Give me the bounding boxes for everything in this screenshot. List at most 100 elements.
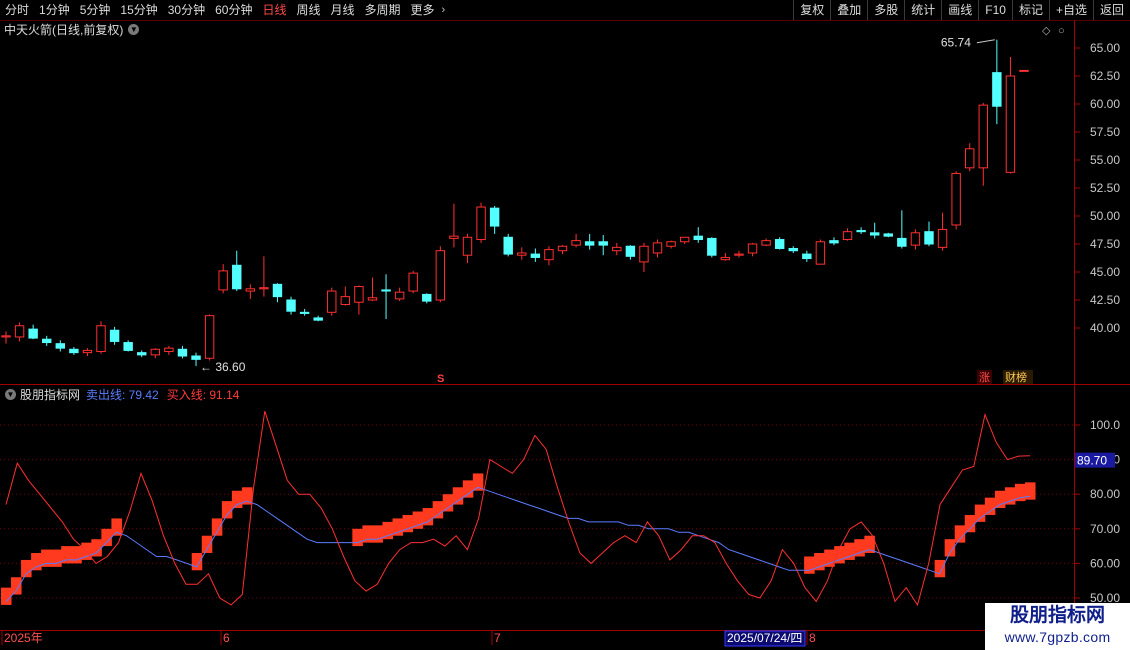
candle-body-down <box>286 299 296 312</box>
tab-period-1[interactable]: 1分钟 <box>34 0 75 20</box>
toolbar-button-2[interactable]: 多股 <box>867 0 904 20</box>
tab-period-3[interactable]: 15分钟 <box>115 0 162 20</box>
buy-line <box>5 411 1031 607</box>
indicator-step-bar <box>101 528 112 547</box>
high-pointer-line <box>976 39 995 44</box>
tab-period-5[interactable]: 60分钟 <box>210 0 257 20</box>
toolbar-button-8[interactable]: 返回 <box>1092 0 1130 20</box>
x-axis-label: 6 <box>223 631 230 645</box>
candle-body-up <box>910 232 921 246</box>
toolbar-button-6[interactable]: 标记 <box>1011 0 1049 20</box>
candle-body-up <box>245 288 256 292</box>
candle-body-down <box>137 352 147 356</box>
candle <box>571 233 581 248</box>
candle <box>910 229 921 250</box>
indicator-step-bar <box>51 549 62 567</box>
candle <box>123 340 133 352</box>
price-tick-label: 47.50 <box>1090 237 1120 251</box>
candle <box>598 235 608 256</box>
low-price-label: ← 36.60 <box>200 360 246 374</box>
tab-period-4[interactable]: 30分钟 <box>163 0 210 20</box>
candle <box>367 277 378 302</box>
candle-body-down <box>55 343 66 349</box>
candle-body-down <box>299 311 310 314</box>
candle <box>272 283 283 303</box>
candle <box>55 340 66 352</box>
candle-body-up <box>476 206 486 241</box>
chevron-down-icon[interactable]: ▼ <box>128 24 140 35</box>
toolbar-button-1[interactable]: 叠加 <box>830 0 867 20</box>
tab-period-7[interactable]: 周线 <box>291 0 325 20</box>
candle-body-down <box>489 207 500 227</box>
candle <box>720 252 731 261</box>
circle-icon[interactable]: ○ <box>1058 25 1065 37</box>
toolbar-button-3[interactable]: 统计 <box>904 0 941 20</box>
candle-body-down <box>829 240 839 244</box>
candle <box>327 287 337 316</box>
event-marker[interactable]: S <box>437 373 444 385</box>
candle <box>232 250 242 292</box>
candle-body-down <box>232 264 242 290</box>
toolbar-button-5[interactable]: F10 <box>978 0 1012 20</box>
candle-body-up <box>571 240 581 246</box>
indicator-step-bar <box>814 553 825 571</box>
candle-body-down <box>869 232 880 236</box>
watermark-url: www.7gpzb.com <box>1004 629 1111 645</box>
candle-body-down <box>802 253 812 260</box>
indicator-step-bar <box>221 501 233 519</box>
candle-body-up <box>557 245 568 252</box>
candlestick-series <box>1 39 1029 367</box>
tab-period-6[interactable]: 日线 <box>257 0 291 20</box>
tab-period-2[interactable]: 5分钟 <box>75 0 116 20</box>
candle <box>42 335 52 346</box>
candle-body-up <box>259 287 269 290</box>
candle <box>856 227 866 234</box>
toolbar-button-4[interactable]: 画线 <box>941 0 978 20</box>
tab-period-0[interactable]: 分时 <box>0 0 34 20</box>
candle <box>639 242 649 272</box>
candle <box>679 236 690 244</box>
candle-body-up <box>734 253 744 256</box>
chevron-down-icon[interactable]: ▼ <box>5 388 16 400</box>
indicator-step-bar <box>934 559 946 578</box>
candle-body-down <box>598 241 608 246</box>
candle-body-down <box>381 289 391 292</box>
candle <box>883 232 893 238</box>
candle <box>259 256 269 297</box>
candle <box>313 315 323 322</box>
candle-body-down <box>584 241 595 246</box>
candle-body-up <box>204 315 215 359</box>
candle-body-down <box>28 328 38 339</box>
x-axis-label: 8 <box>809 631 816 645</box>
watermark-logo: 股朋指标网 www.7gpzb.com <box>985 603 1130 650</box>
candle <box>191 352 201 367</box>
indicator-step-bar <box>1004 487 1016 505</box>
candle <box>164 345 174 355</box>
chevron-right-icon[interactable]: › <box>442 4 446 16</box>
indicator-tick-label: 90.00 <box>1090 453 1120 467</box>
tab-period-8[interactable]: 月线 <box>326 0 360 20</box>
candle-body-up <box>1005 75 1016 173</box>
candle-body-up <box>408 272 418 292</box>
rise-badge[interactable]: 涨 <box>977 370 992 384</box>
tab-period-10[interactable]: 更多 <box>406 0 440 20</box>
diamond-icon[interactable]: ◇ <box>1042 25 1051 37</box>
indicator-step-bar <box>412 511 424 529</box>
candle-body-up <box>666 241 676 247</box>
tab-period-9[interactable]: 多周期 <box>360 0 406 20</box>
toolbar-button-7[interactable]: +自选 <box>1048 0 1093 20</box>
indicator-step-bar <box>61 546 72 564</box>
candle-body-down <box>788 247 798 252</box>
candle <box>1005 56 1016 174</box>
toolbar-button-0[interactable]: 复权 <box>793 0 830 20</box>
rank-badge[interactable]: 财榜 <box>1003 370 1033 384</box>
top-toolbar: 分时 1分钟 5分钟 15分钟 30分钟 60分钟 日线 周线 月线 多周期 更多 › 复权 叠加 多股统… <box>0 0 1130 21</box>
price-tick-label: 50.00 <box>1090 209 1120 223</box>
candle <box>842 228 853 241</box>
candle-body-down <box>992 72 1002 107</box>
candle-body-up <box>218 270 228 291</box>
candle <box>964 143 975 172</box>
candle-body-up <box>449 235 459 239</box>
buy-line-label: 买入线: 91.14 <box>166 387 240 402</box>
candle <box>530 248 541 262</box>
